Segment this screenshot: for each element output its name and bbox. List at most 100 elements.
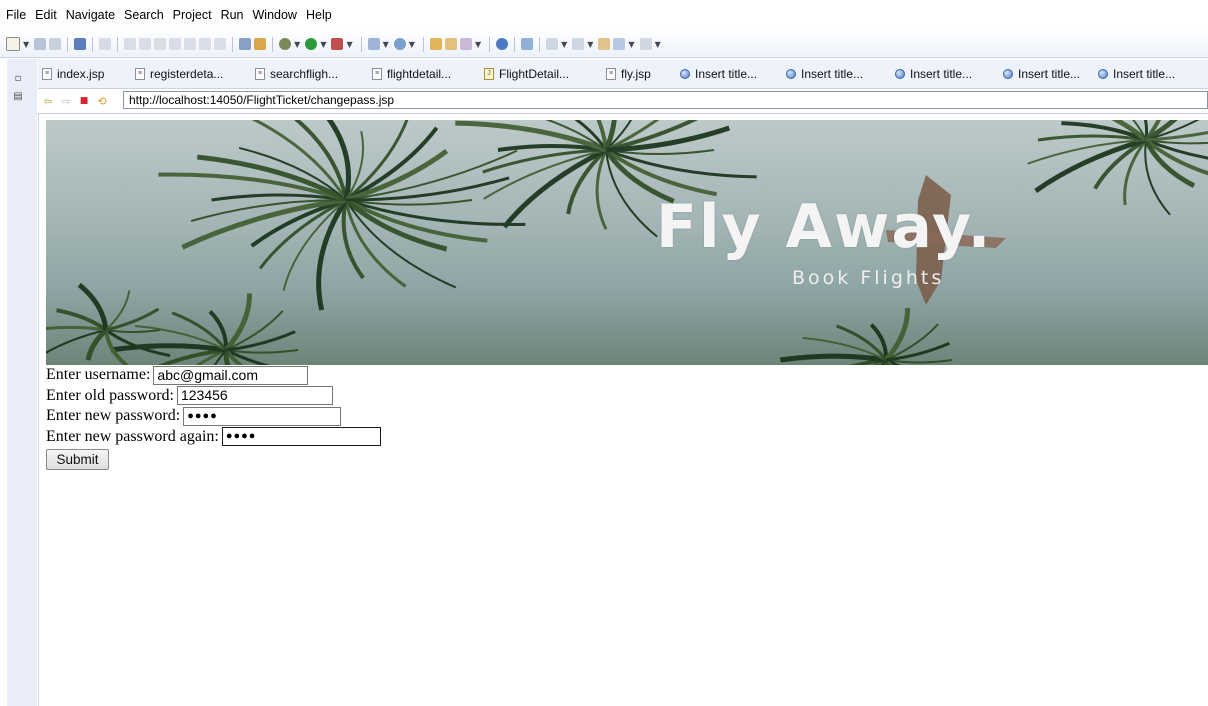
browser-nav-bar: ⇦ ⇨ ■ ⟲ http://localhost:14050/FlightTic… xyxy=(38,89,1208,114)
menu-bar: File Edit Navigate Search Project Run Wi… xyxy=(0,0,1208,30)
file-icon: ≡ xyxy=(372,68,382,80)
new-password-row: Enter new password: ●●●● xyxy=(46,406,381,427)
file-icon: ≡ xyxy=(135,68,145,80)
tab-insert-title-2[interactable]: Insert title... xyxy=(786,60,895,88)
dropdown-arrow-icon[interactable]: ▼ xyxy=(409,40,415,49)
terminate-icon[interactable] xyxy=(154,38,167,50)
step-return-icon[interactable] xyxy=(214,38,227,50)
tab-insert-title-5[interactable]: Insert title... xyxy=(1098,60,1200,88)
dropdown-arrow-icon[interactable]: ▼ xyxy=(320,40,326,49)
menu-search[interactable]: Search xyxy=(124,8,164,22)
new-password-again-input[interactable]: ●●●● xyxy=(221,427,381,447)
dropdown-arrow-icon[interactable]: ▼ xyxy=(383,40,389,49)
dropdown-arrow-icon[interactable]: ▼ xyxy=(294,40,300,49)
new-password-again-row: Enter new password again: ●●●● xyxy=(46,427,381,448)
globe-icon xyxy=(680,69,690,79)
save-icon[interactable] xyxy=(34,38,47,50)
server-icon[interactable] xyxy=(239,38,252,50)
dropdown-arrow-icon[interactable]: ▼ xyxy=(346,40,352,49)
web-browser-icon[interactable] xyxy=(496,38,509,50)
project-explorer-icon[interactable]: ▤ xyxy=(10,89,26,103)
toolbar-separator xyxy=(360,36,362,52)
arrow-right-icon[interactable] xyxy=(639,38,652,50)
tab-index-jsp[interactable]: ≡ index.jsp xyxy=(38,60,135,88)
open-type-icon[interactable] xyxy=(429,38,442,50)
save-all-icon[interactable] xyxy=(49,38,62,50)
toolbar-separator xyxy=(92,36,94,52)
old-password-input[interactable]: 123456 xyxy=(176,386,333,406)
tab-searchflight[interactable]: ≡ searchfligh... xyxy=(255,60,372,88)
dropdown-arrow-icon[interactable]: ▼ xyxy=(655,40,661,49)
external-tools-icon[interactable] xyxy=(331,38,344,50)
dropdown-arrow-icon[interactable]: ▼ xyxy=(561,40,567,49)
file-icon: ≡ xyxy=(606,68,616,80)
menu-run[interactable]: Run xyxy=(221,8,244,22)
menu-file[interactable]: File xyxy=(6,8,26,22)
restore-icon[interactable]: ▫ xyxy=(10,71,26,85)
resume-icon[interactable] xyxy=(124,38,137,50)
console-icon[interactable] xyxy=(74,38,87,50)
forward-arrow-icon[interactable]: ⇨ xyxy=(58,95,74,108)
run-icon[interactable] xyxy=(305,38,318,50)
tab-flightdetail-java[interactable]: J FlightDetail... xyxy=(484,60,606,88)
back-icon[interactable] xyxy=(598,38,611,50)
menu-navigate[interactable]: Navigate xyxy=(66,8,115,22)
dropdown-arrow-icon[interactable]: ▼ xyxy=(628,40,634,49)
new-class-icon[interactable] xyxy=(393,38,406,50)
change-password-form: Enter username: abc@gmail.com Enter old … xyxy=(46,365,381,470)
new-password-input[interactable]: ●●●● xyxy=(183,406,342,426)
tab-insert-title-3[interactable]: Insert title... xyxy=(895,60,1003,88)
step-into-icon[interactable] xyxy=(184,38,197,50)
username-input[interactable]: abc@gmail.com xyxy=(153,365,309,385)
tab-label: index.jsp xyxy=(57,67,105,81)
dropdown-arrow-icon[interactable]: ▼ xyxy=(475,40,481,49)
new-file-icon[interactable] xyxy=(6,37,20,51)
tab-label: fly.jsp xyxy=(621,67,651,81)
file-icon: ≡ xyxy=(42,68,52,80)
menu-window[interactable]: Window xyxy=(253,8,297,22)
menu-edit[interactable]: Edit xyxy=(35,8,57,22)
annotation-icon[interactable] xyxy=(546,38,559,50)
menu-help[interactable]: Help xyxy=(306,8,332,22)
back-arrow-icon[interactable]: ⇦ xyxy=(40,95,56,108)
pencil-icon[interactable] xyxy=(459,38,472,50)
tab-label: FlightDetail... xyxy=(499,67,570,81)
stop-icon[interactable]: ■ xyxy=(76,96,92,106)
suspend-icon[interactable] xyxy=(139,38,152,50)
toolbar-separator xyxy=(67,36,69,52)
next-annotation-icon[interactable] xyxy=(572,38,585,50)
submit-button[interactable]: Submit xyxy=(46,449,109,470)
forward-icon[interactable] xyxy=(613,38,626,50)
left-side-strip: ▫ ▤ xyxy=(0,59,39,706)
dropdown-arrow-icon[interactable]: ▼ xyxy=(587,40,593,49)
globe-icon xyxy=(1098,69,1108,79)
brand-tagline: Book Flights xyxy=(792,267,945,289)
tab-flightdetail[interactable]: ≡ flightdetail... xyxy=(372,60,484,88)
search-icon[interactable] xyxy=(521,38,534,50)
toolbar-separator xyxy=(539,36,541,52)
tab-label: Insert title... xyxy=(1018,67,1081,81)
page-content: Fly Away. Book Flights Enter username: a… xyxy=(46,120,1208,706)
toolbar-separator xyxy=(272,36,274,52)
open-task-icon[interactable] xyxy=(444,38,457,50)
debug-icon[interactable] xyxy=(279,38,292,50)
new-server-icon[interactable] xyxy=(367,38,380,50)
wizard-icon[interactable] xyxy=(254,38,267,50)
toolbar-separator xyxy=(117,36,119,52)
file-icon: ≡ xyxy=(255,68,265,80)
skip-breakpoints-icon[interactable] xyxy=(99,38,112,50)
tab-insert-title-4[interactable]: Insert title... xyxy=(1003,60,1098,88)
disconnect-icon[interactable] xyxy=(169,38,182,50)
brand-title: Fly Away. xyxy=(656,192,993,262)
refresh-icon[interactable]: ⟲ xyxy=(94,95,110,108)
menu-project[interactable]: Project xyxy=(173,8,212,22)
dropdown-arrow-icon[interactable]: ▼ xyxy=(23,40,29,49)
tab-insert-title-1[interactable]: Insert title... xyxy=(680,60,786,88)
palm-leaves-image xyxy=(46,120,1208,365)
step-over-icon[interactable] xyxy=(199,38,212,50)
globe-icon xyxy=(895,69,905,79)
tab-fly-jsp[interactable]: ≡ fly.jsp xyxy=(606,60,680,88)
url-bar[interactable]: http://localhost:14050/FlightTicket/chan… xyxy=(123,91,1208,109)
tab-registerdetails[interactable]: ≡ registerdeta... xyxy=(135,60,255,88)
new-password-again-label: Enter new password again: xyxy=(46,427,219,445)
